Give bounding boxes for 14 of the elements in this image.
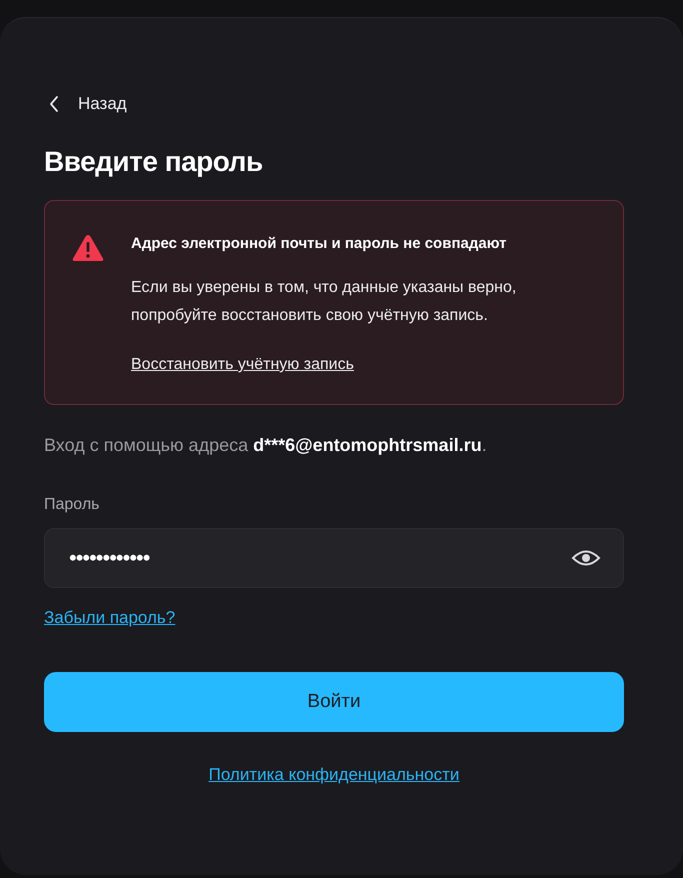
alert-message: Если вы уверены в том, что данные указаны верно, попробуйте восстановить свою учётную запись. bbox=[131, 278, 518, 326]
page-title: Введите пароль bbox=[44, 146, 264, 178]
password-field[interactable]: •••••••••••• bbox=[44, 528, 624, 588]
eye-icon[interactable] bbox=[571, 548, 601, 568]
chevron-left-icon bbox=[48, 95, 60, 113]
password-label: Пароль bbox=[44, 496, 101, 514]
back-link[interactable]: Назад bbox=[48, 94, 127, 114]
privacy-policy-link[interactable]: Политика конфиденциальности bbox=[208, 765, 460, 785]
login-button[interactable]: Войти bbox=[44, 672, 624, 732]
login-info-text: Вход с помощью адреса d***6@entomophtrsmail.ru. bbox=[44, 435, 488, 456]
warning-icon bbox=[71, 233, 105, 263]
alert-title: Адрес электронной почты и пароль не совпадают bbox=[131, 235, 508, 252]
restore-account-link[interactable]: Восстановить учётную запись bbox=[131, 356, 354, 374]
forgot-password-link[interactable]: Забыли пароль? bbox=[44, 608, 176, 628]
